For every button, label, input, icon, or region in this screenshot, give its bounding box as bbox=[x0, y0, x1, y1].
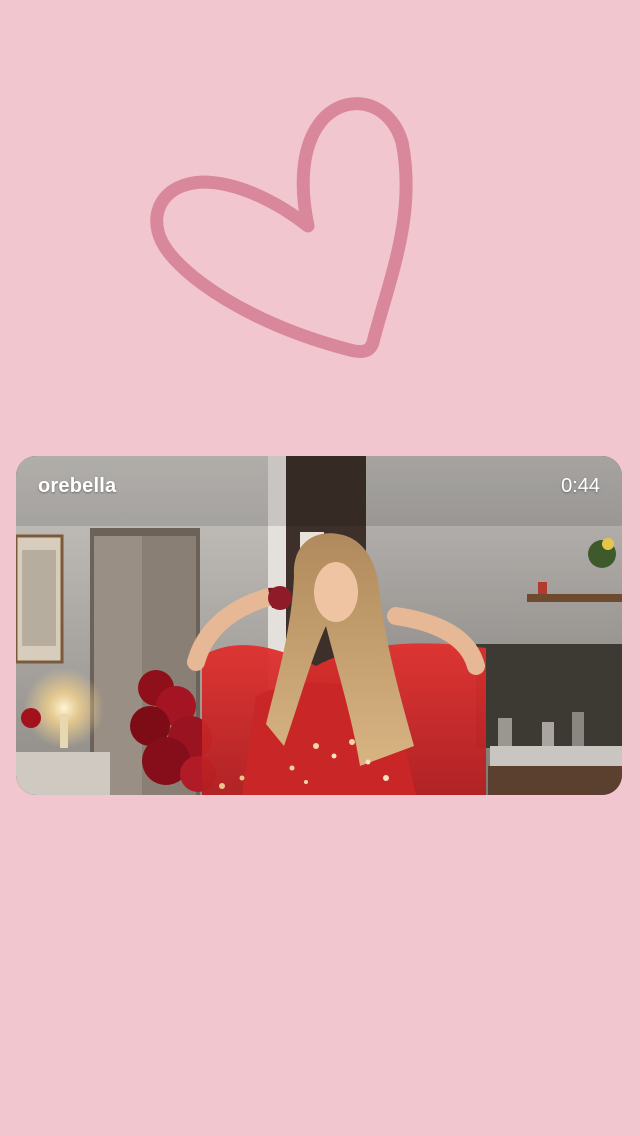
video-duration: 0:44 bbox=[561, 475, 600, 497]
video-frame bbox=[16, 456, 622, 795]
video-username[interactable]: orebella bbox=[38, 475, 116, 498]
video-card[interactable]: orebella 0:44 bbox=[16, 456, 622, 795]
heart-icon bbox=[150, 97, 413, 358]
story-page: orebella 0:44 bbox=[0, 0, 640, 1136]
